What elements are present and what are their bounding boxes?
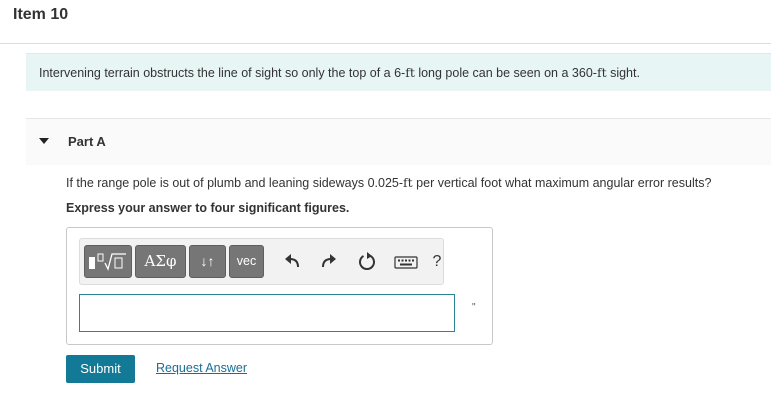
redo-button[interactable] (315, 249, 341, 275)
submit-button[interactable]: Submit (66, 355, 135, 383)
symbols-button[interactable]: ΑΣφ (135, 245, 186, 278)
subscript-superscript-button[interactable]: ↓↑ (189, 245, 226, 278)
problem-intro: Intervening terrain obstructs the line o… (26, 53, 771, 91)
part-label: Part A (68, 134, 106, 149)
keyboard-button[interactable] (391, 249, 421, 275)
help-icon[interactable]: ? (430, 249, 444, 275)
request-answer-link[interactable]: Request Answer (156, 361, 247, 375)
question-text: If the range pole is out of plumb and le… (66, 175, 712, 190)
vector-button[interactable]: vec (229, 245, 264, 278)
collapse-caret-icon[interactable] (39, 138, 49, 144)
item-title: Item 10 (13, 6, 69, 23)
part-a-header[interactable]: Part A (26, 118, 771, 165)
reset-button[interactable] (354, 249, 380, 275)
answer-panel: ΑΣφ ↓↑ vec ? " (66, 227, 493, 345)
undo-icon (285, 254, 299, 268)
answer-unit: " (472, 302, 476, 313)
templates-button[interactable] (84, 245, 132, 278)
answer-input[interactable] (79, 294, 455, 332)
keyboard-icon (394, 256, 418, 269)
header-divider (0, 43, 771, 44)
answer-instruction: Express your answer to four significant … (66, 201, 350, 215)
templates-icon (89, 253, 126, 271)
problem-intro-text: Intervening terrain obstructs the line o… (39, 65, 640, 80)
undo-button[interactable] (280, 249, 306, 275)
math-toolbar: ΑΣφ ↓↑ vec ? (79, 238, 444, 285)
redo-icon (322, 254, 336, 268)
reset-icon (359, 252, 375, 270)
